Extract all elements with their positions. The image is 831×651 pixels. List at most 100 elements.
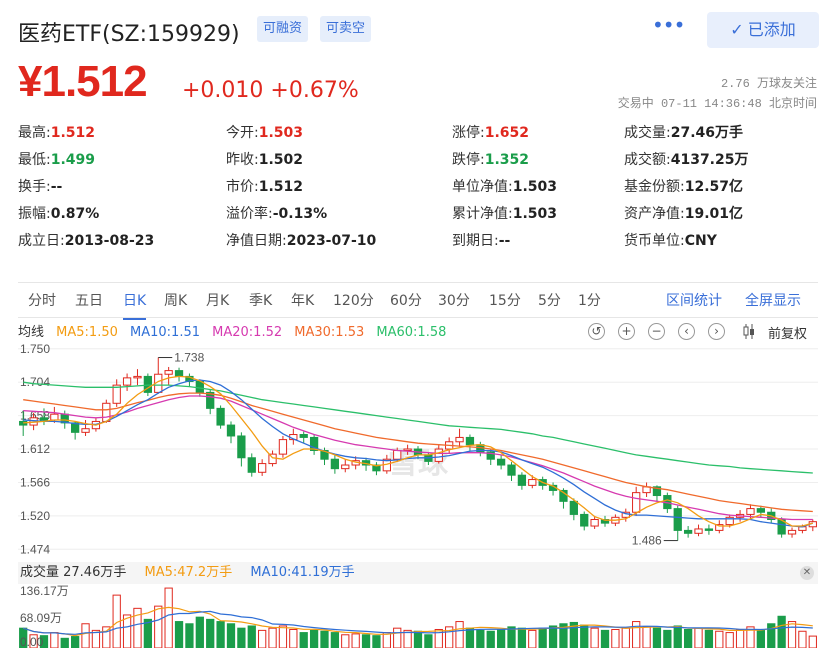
tab-30min[interactable]: 30分 — [438, 283, 470, 319]
volume-bar — [735, 628, 745, 648]
arrow-left-icon[interactable]: ‹ — [678, 323, 695, 340]
fullscreen-link[interactable]: 全屏显示 — [745, 283, 801, 319]
price-adjust-toggle[interactable]: 前复权 — [768, 323, 807, 342]
volume-bar — [102, 626, 111, 648]
candle-body — [528, 479, 537, 486]
tab-daily-k[interactable]: 日K — [123, 283, 147, 320]
annotation-label: 1.738 — [174, 351, 204, 365]
stat-item: 涨停:1.652 — [452, 122, 529, 144]
volume-bar — [756, 629, 765, 648]
candle-body — [164, 370, 173, 375]
reset-icon[interactable]: ↺ — [588, 323, 605, 340]
interval-stats-link[interactable]: 区间统计 — [666, 283, 722, 319]
stat-value: 1.652 — [484, 125, 530, 141]
stat-label: 跌停: — [452, 152, 485, 168]
volume-bar — [299, 632, 308, 648]
volume-bar — [465, 627, 475, 648]
volume-bar — [455, 621, 464, 648]
volume-bar — [580, 624, 589, 648]
tab-15min[interactable]: 15分 — [489, 283, 521, 319]
close-icon[interactable]: ✕ — [800, 566, 814, 580]
kline-chart[interactable]: 1.7501.7041.6581.6121.5661.5201.474雪球1.7… — [18, 343, 818, 562]
stat-label: 成交额: — [624, 152, 671, 168]
candle-body — [174, 370, 184, 377]
volume-tick-label: 136.17万 — [20, 584, 69, 598]
stat-label: 成交量: — [624, 125, 671, 141]
candle-body — [756, 508, 765, 513]
volume-bar — [309, 629, 319, 648]
candle-body — [507, 464, 516, 476]
ma5-readout: MA5:1.50 — [56, 325, 118, 340]
volume-tick-label: 68.09万 — [20, 611, 62, 625]
candle-body — [341, 464, 350, 470]
volume-bar — [341, 634, 350, 648]
stat-value: 1.503 — [512, 179, 558, 195]
stat-value: -- — [50, 179, 63, 195]
y-tick-label: 1.474 — [20, 542, 50, 556]
volume-bar — [652, 627, 662, 648]
tab-intraday[interactable]: 分时 — [28, 283, 56, 319]
candle-body — [50, 413, 59, 421]
volume-bar — [787, 621, 797, 648]
follower-count: 2.76 万球友关注 — [720, 77, 817, 91]
stat-label: 涨停: — [452, 125, 485, 141]
volume-chart[interactable]: 136.17万 68.09万 0.00 — [18, 584, 818, 648]
tab-1min[interactable]: 1分 — [578, 283, 601, 319]
annotation-label: 1.486 — [632, 534, 662, 548]
added-label: 已添加 — [747, 20, 796, 39]
tab-weekly-k[interactable]: 周K — [164, 283, 187, 319]
stat-item: 单位净值:1.503 — [452, 176, 557, 198]
volume-bar — [725, 632, 734, 648]
volume-bar — [704, 629, 714, 648]
period-tabs: 分时 五日 日K 周K 月K 季K 年K 120分 60分 30分 15分 5分… — [18, 282, 818, 320]
volume-ma10-readout: MA10:41.19万手 — [250, 565, 355, 580]
stat-item: 货币单位:CNY — [624, 230, 717, 252]
volume-bar — [413, 630, 423, 648]
tab-5min[interactable]: 5分 — [538, 283, 561, 319]
arrow-right-icon[interactable]: › — [708, 323, 725, 340]
stock-title: 医药ETF(SZ:159929) — [18, 22, 240, 47]
volume-bar — [330, 632, 340, 648]
stat-value: 4137.25万 — [670, 152, 749, 168]
volume-bar — [683, 628, 693, 648]
candle-icon[interactable] — [742, 323, 756, 340]
stat-label: 最高: — [18, 125, 51, 141]
stat-value: 0.87% — [50, 206, 100, 222]
volume-bar — [673, 625, 682, 648]
candle-body — [216, 407, 225, 426]
tab-60min[interactable]: 60分 — [390, 283, 422, 319]
tab-120min[interactable]: 120分 — [333, 283, 374, 319]
stat-item: 成交额:4137.25万 — [624, 149, 748, 171]
volume-bar — [372, 635, 381, 648]
tab-yearly-k[interactable]: 年K — [291, 283, 314, 319]
added-watchlist-button[interactable]: ✓ 已添加 — [707, 12, 819, 48]
stat-item: 净值日期:2023-07-10 — [226, 230, 376, 252]
candle-body — [434, 448, 443, 462]
zoom-in-icon[interactable]: + — [618, 323, 635, 340]
stat-label: 换手: — [18, 179, 51, 195]
stat-value: 2023-07-10 — [286, 233, 377, 249]
volume-bar — [486, 630, 495, 648]
volume-bar — [60, 637, 69, 648]
tab-monthly-k[interactable]: 月K — [206, 283, 229, 319]
y-tick-label: 1.566 — [20, 475, 50, 489]
volume-bar — [258, 629, 267, 648]
stat-value: -- — [498, 233, 511, 249]
zoom-out-icon[interactable]: − — [648, 323, 665, 340]
volume-bar — [237, 627, 246, 648]
stat-item: 资产净值:19.01亿 — [624, 203, 743, 225]
volume-bar — [694, 627, 703, 648]
tab-quarterly-k[interactable]: 季K — [249, 283, 272, 319]
ma30-readout: MA30:1.53 — [294, 325, 365, 340]
more-options-button[interactable]: ••• — [652, 12, 685, 42]
volume-bar — [226, 623, 236, 648]
stat-label: 基金份额: — [624, 179, 685, 195]
ma20-readout: MA20:1.52 — [212, 325, 283, 340]
stat-label: 溢价率: — [226, 206, 273, 222]
volume-bar — [185, 623, 194, 648]
stat-item: 溢价率:-0.13% — [226, 203, 327, 225]
volume-ma5-readout: MA5:47.2万手 — [144, 565, 233, 580]
current-price: ¥1.512 — [18, 57, 148, 106]
candle-icon-shape — [743, 324, 754, 339]
tab-five-day[interactable]: 五日 — [75, 283, 103, 319]
